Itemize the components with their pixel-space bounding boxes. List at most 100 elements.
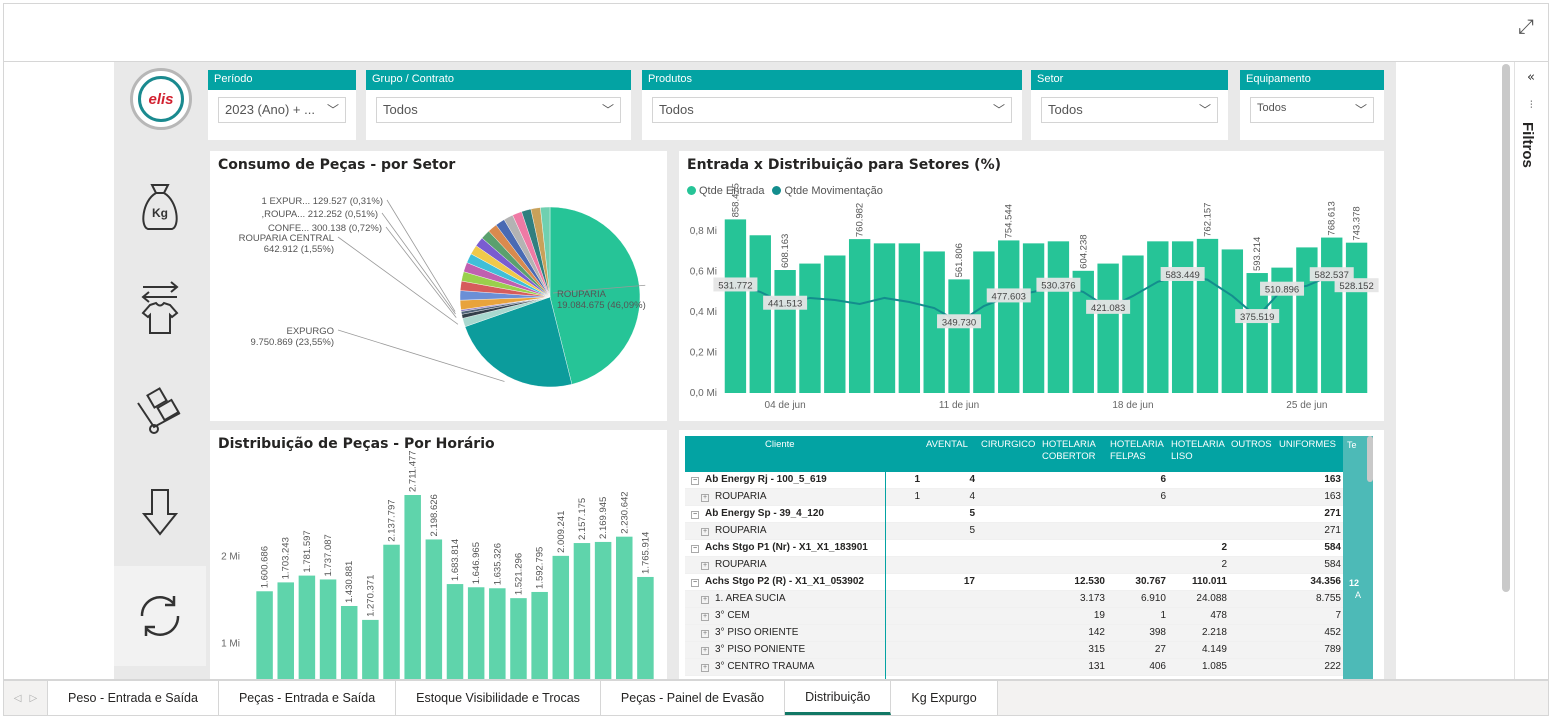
matrix-cell: 5 bbox=[969, 525, 975, 536]
bar-qtde-entrada[interactable] bbox=[1171, 241, 1194, 393]
matrix-cell: 271 bbox=[1324, 525, 1341, 536]
page-scrollbar[interactable] bbox=[1502, 64, 1510, 592]
tab-distribuicao[interactable]: Distribuição bbox=[785, 681, 892, 715]
bar-qtde-entrada[interactable] bbox=[998, 240, 1020, 393]
nav-kg-bag-icon[interactable]: Kg bbox=[114, 154, 206, 254]
slicer-setor-dropdown[interactable]: Todos ﹀ bbox=[1041, 97, 1218, 123]
expand-icon[interactable]: + bbox=[701, 647, 709, 655]
matrix-row-sector[interactable]: + ROUPARIA 1 4 6 163 bbox=[685, 489, 1373, 506]
bar-qtde-entrada[interactable] bbox=[1147, 241, 1169, 393]
bar-data-label: 1.646.965 bbox=[471, 542, 482, 584]
tab-prev-icon[interactable]: ◁ bbox=[14, 693, 22, 704]
tab-estoque-visibilidade[interactable]: Estoque Visibilidade e Trocas bbox=[396, 681, 601, 715]
tab-scroll-arrows[interactable]: ◁ ▷ bbox=[4, 681, 48, 715]
bar-hourly-distribution[interactable] bbox=[510, 598, 527, 680]
bar-qtde-entrada[interactable] bbox=[799, 263, 821, 393]
bar-qtde-entrada[interactable] bbox=[1196, 238, 1219, 393]
nav-shirt-exchange-icon[interactable] bbox=[114, 258, 206, 358]
bar-qtde-entrada[interactable] bbox=[1047, 241, 1070, 393]
slicer-produtos-dropdown[interactable]: Todos ﹀ bbox=[652, 97, 1012, 123]
filters-pane[interactable]: « ⫶ Filtros bbox=[1514, 62, 1548, 679]
expand-icon[interactable]: + bbox=[701, 596, 709, 604]
collapse-icon[interactable]: − bbox=[691, 579, 699, 587]
matrix-row-sector[interactable]: + ROUPARIA 5 271 bbox=[685, 523, 1373, 540]
collapse-icon[interactable]: − bbox=[691, 477, 699, 485]
matrix-row-client[interactable]: − Ab Energy Rj - 100_5_619 1 4 6 163 bbox=[685, 472, 1373, 489]
line-data-label: 349.730 bbox=[937, 314, 982, 329]
bar-hourly-distribution[interactable] bbox=[446, 584, 464, 680]
tab-peso-entrada-saida[interactable]: Peso - Entrada e Saída bbox=[48, 681, 219, 715]
collapse-icon[interactable]: − bbox=[691, 511, 699, 519]
bar-hourly-distribution[interactable] bbox=[256, 591, 273, 680]
bar-hourly-distribution[interactable] bbox=[319, 579, 337, 680]
matrix-column-header[interactable]: OUTROS bbox=[1231, 439, 1275, 451]
matrix-column-header[interactable]: HOTELARIA LISO bbox=[1171, 439, 1225, 463]
bar-qtde-entrada[interactable] bbox=[1321, 237, 1343, 393]
matrix-row-sector[interactable]: +3° CENTRO TRAUMA 131 406 1.085 222 bbox=[685, 659, 1373, 676]
tab-pecas-painel-evasao[interactable]: Peças - Painel de Evasão bbox=[600, 681, 786, 715]
matrix-column-header[interactable]: CIRURGICO bbox=[981, 439, 1037, 451]
bar-qtde-entrada[interactable] bbox=[749, 235, 771, 393]
bar-hourly-distribution[interactable] bbox=[362, 619, 379, 680]
bar-hourly-distribution[interactable] bbox=[425, 539, 443, 680]
expand-icon[interactable]: + bbox=[701, 664, 709, 672]
bar-qtde-entrada[interactable] bbox=[824, 255, 846, 393]
matrix-row-sector[interactable]: +3° PISO ORIENTE 142 398 2.218 452 bbox=[685, 625, 1373, 642]
expand-icon[interactable]: + bbox=[701, 494, 709, 502]
bar-hourly-distribution[interactable] bbox=[531, 591, 548, 680]
bar-hourly-distribution[interactable] bbox=[616, 536, 633, 680]
bar-qtde-entrada[interactable] bbox=[948, 279, 970, 393]
bar-qtde-entrada[interactable] bbox=[774, 270, 796, 393]
nav-hand-truck-icon[interactable] bbox=[114, 360, 206, 460]
bar-qtde-entrada[interactable] bbox=[1097, 263, 1119, 393]
matrix-row-client[interactable]: − Achs Stgo P1 (Nr) - X1_X1_183901 2 584 bbox=[685, 540, 1373, 557]
slicer-periodo-dropdown[interactable]: 2023 (Ano) + ... ﹀ bbox=[218, 97, 346, 123]
expand-icon[interactable]: + bbox=[701, 630, 709, 638]
nav-refresh-icon[interactable] bbox=[114, 566, 206, 666]
bar-hourly-distribution[interactable] bbox=[552, 555, 570, 680]
slicer-equipamento-dropdown[interactable]: Todos ﹀ bbox=[1250, 97, 1374, 123]
bar-hourly-distribution[interactable] bbox=[489, 588, 506, 680]
bar-qtde-entrada[interactable] bbox=[724, 219, 747, 393]
collapse-icon[interactable]: − bbox=[691, 545, 699, 553]
bar-hourly-distribution[interactable] bbox=[594, 541, 612, 680]
matrix-row-sector[interactable]: +3° PISO PONIENTE 315 27 4.149 789 bbox=[685, 642, 1373, 659]
matrix-row-client[interactable]: − Achs Stgo P2 (R) - X1_X1_053902 17 12.530… bbox=[685, 574, 1373, 591]
matrix-column-header[interactable]: HOTELARIA COBERTOR bbox=[1042, 439, 1096, 463]
matrix-column-header[interactable]: UNIFORMES bbox=[1279, 439, 1339, 451]
tab-next-icon[interactable]: ▷ bbox=[30, 693, 38, 704]
matrix-row-sector[interactable]: + ROUPARIA 2 584 bbox=[685, 557, 1373, 574]
tab-kg-expurgo[interactable]: Kg Expurgo bbox=[891, 681, 998, 715]
bar-qtde-entrada[interactable] bbox=[1122, 255, 1144, 393]
bar-qtde-entrada[interactable] bbox=[1022, 243, 1045, 393]
tab-pecas-entrada-saida[interactable]: Peças - Entrada e Saída bbox=[218, 681, 397, 715]
bar-hourly-distribution[interactable] bbox=[573, 543, 591, 680]
bar-qtde-entrada[interactable] bbox=[848, 239, 871, 393]
expand-icon[interactable]: + bbox=[701, 613, 709, 621]
nav-arrow-down-icon[interactable] bbox=[114, 462, 206, 562]
bar-qtde-entrada[interactable] bbox=[1345, 242, 1368, 393]
matrix-column-header[interactable]: AVENTAL bbox=[926, 439, 976, 451]
bar-qtde-entrada[interactable] bbox=[873, 243, 896, 393]
expand-icon[interactable]: + bbox=[701, 528, 709, 536]
pie-data-label: 1 EXPUR... 129.527 (0,31%) bbox=[262, 196, 383, 207]
filters-pane-label[interactable]: Filtros bbox=[1519, 122, 1536, 168]
bar-hourly-distribution[interactable] bbox=[383, 544, 400, 680]
expand-icon[interactable]: + bbox=[701, 562, 709, 570]
collapse-chevrons-icon[interactable]: « bbox=[1527, 70, 1535, 85]
matrix-row-sector[interactable]: +1. AREA SUCIA 3.173 6.910 24.088 8.755 bbox=[685, 591, 1373, 608]
bar-hourly-distribution[interactable] bbox=[467, 587, 485, 680]
bar-hourly-distribution[interactable] bbox=[637, 576, 654, 680]
svg-text:531.772: 531.772 bbox=[718, 280, 752, 291]
fullscreen-expand-icon[interactable]: ⤢ bbox=[1518, 14, 1534, 38]
matrix-row-client[interactable]: − Ab Energy Sp - 39_4_120 5 271 bbox=[685, 506, 1373, 523]
bar-hourly-distribution[interactable] bbox=[340, 605, 358, 680]
bar-hourly-distribution[interactable] bbox=[298, 575, 316, 680]
bar-hourly-distribution[interactable] bbox=[404, 495, 421, 680]
matrix-scrollbar[interactable] bbox=[1367, 436, 1373, 482]
bar-qtde-entrada[interactable] bbox=[898, 243, 921, 393]
matrix-row-sector[interactable]: +3° CEM 19 1 478 7 bbox=[685, 608, 1373, 625]
matrix-column-header[interactable]: HOTELARIA FELPAS bbox=[1110, 439, 1164, 463]
slicer-grupo-dropdown[interactable]: Todos ﹀ bbox=[376, 97, 621, 123]
bar-hourly-distribution[interactable] bbox=[277, 582, 294, 680]
